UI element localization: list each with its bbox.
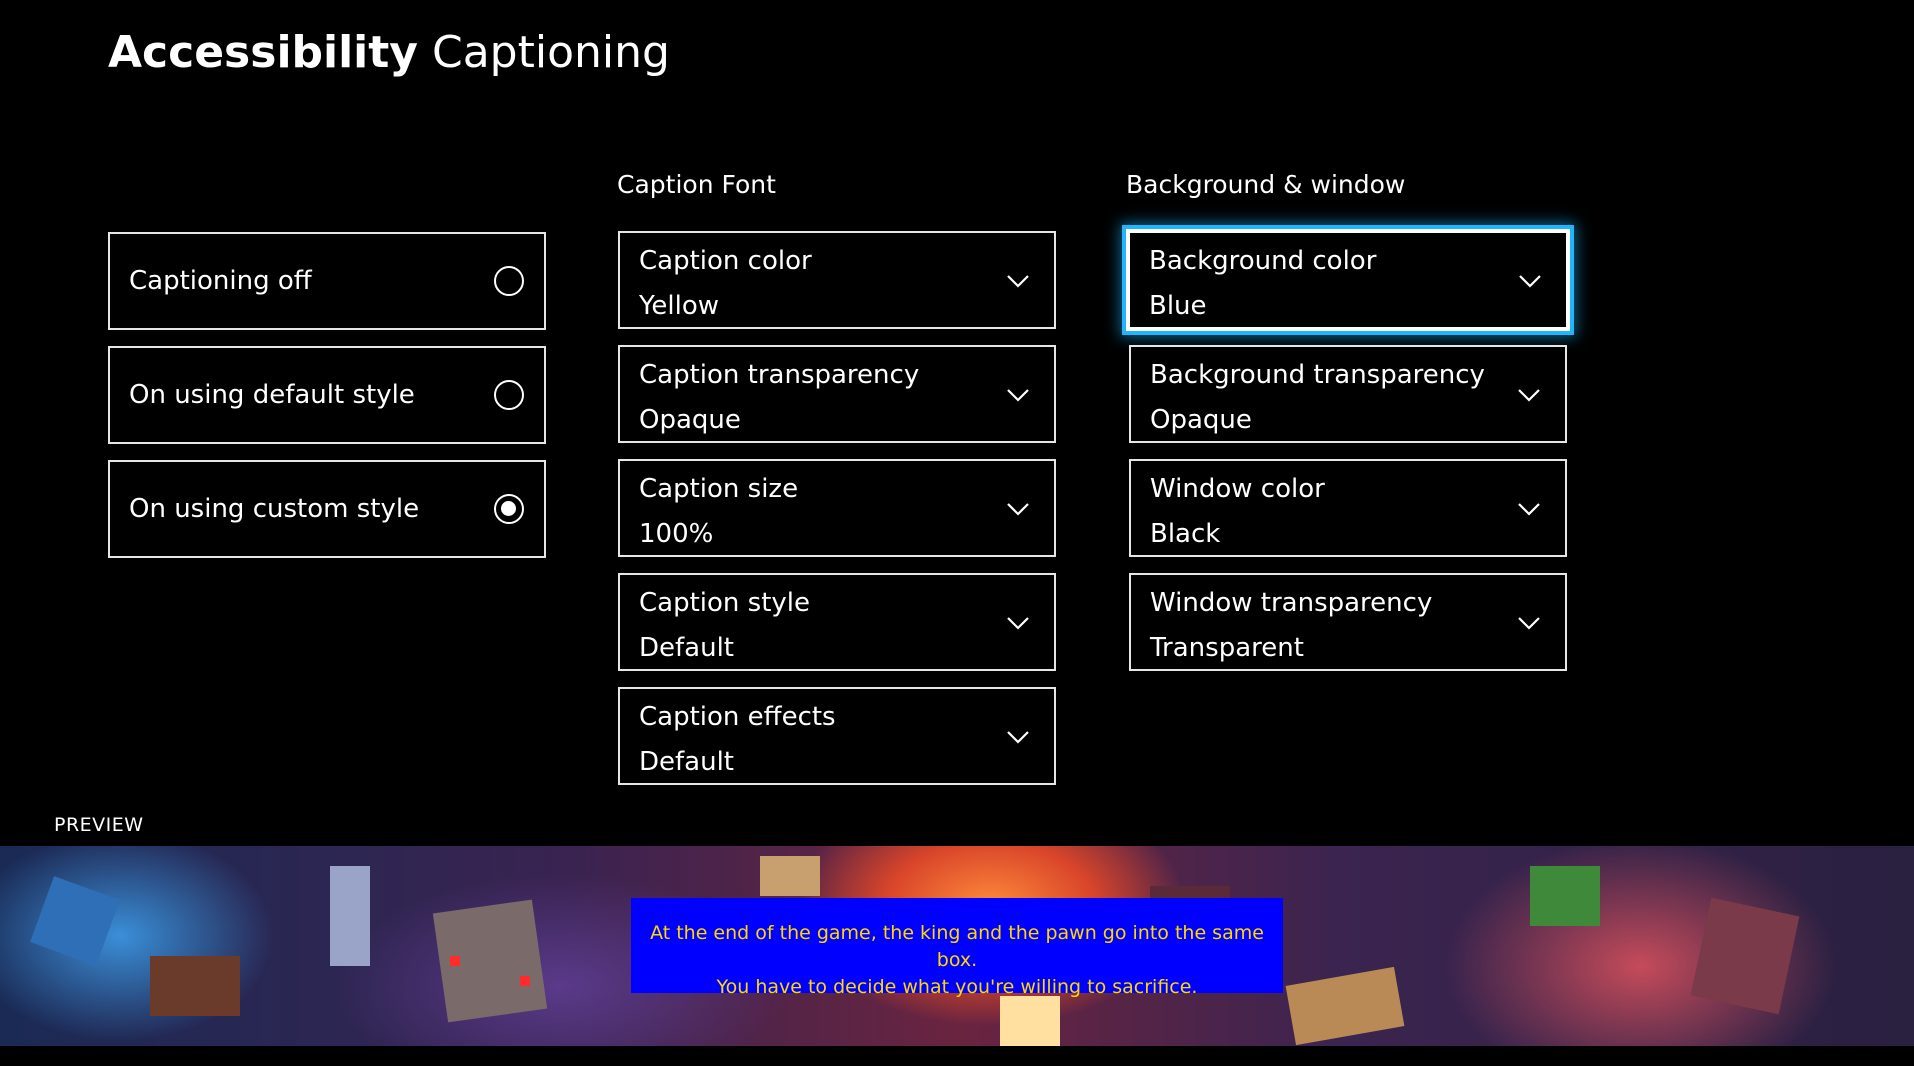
caption-preview-line: At the end of the game, the king and the… [650,922,1264,971]
dropdown-background-transparency[interactable]: Background transparency Opaque [1129,345,1567,443]
preview-block [1285,966,1405,1046]
chevron-down-icon [1518,389,1540,402]
page-title-bold: Accessibility [108,27,418,78]
radio-button-icon [494,380,524,410]
caption-font-header: Caption Font [617,170,776,199]
radio-button-icon [494,266,524,296]
dropdown-value: 100% [639,519,714,549]
preview-label: PREVIEW [54,814,144,836]
preview-block [1000,996,1060,1046]
dropdown-value: Opaque [1150,405,1252,435]
dropdown-label: Background transparency [1150,360,1485,390]
dropdown-label: Window transparency [1150,588,1433,618]
dropdown-window-color[interactable]: Window color Black [1129,459,1567,557]
preview-block [760,856,820,896]
chevron-down-icon [1007,503,1029,516]
dropdown-value: Default [639,633,734,663]
chevron-down-icon [1518,617,1540,630]
option-label: Captioning off [129,266,312,296]
background-window-header: Background & window [1126,170,1406,199]
preview-block [150,956,240,1016]
dropdown-value: Opaque [639,405,741,435]
preview-block [330,866,370,966]
dropdown-caption-color[interactable]: Caption color Yellow [618,231,1056,329]
option-label: On using custom style [129,494,420,524]
preview-block [450,956,460,966]
dropdown-label: Window color [1150,474,1325,504]
dropdown-window-transparency[interactable]: Window transparency Transparent [1129,573,1567,671]
option-custom-style[interactable]: On using custom style [108,460,546,558]
dropdown-background-color[interactable]: Background color Blue [1126,229,1570,331]
radio-button-selected-icon [494,494,524,524]
dropdown-caption-transparency[interactable]: Caption transparency Opaque [618,345,1056,443]
dropdown-label: Background color [1149,246,1377,276]
chevron-down-icon [1007,389,1029,402]
preview-block [1690,897,1800,1015]
chevron-down-icon [1007,731,1029,744]
dropdown-label: Caption transparency [639,360,920,390]
dropdown-label: Caption style [639,588,811,618]
option-default-style[interactable]: On using default style [108,346,546,444]
page-title: Accessibility Captioning [108,26,670,80]
caption-preview-line: You have to decide what you're willing t… [716,976,1198,998]
dropdown-caption-size[interactable]: Caption size 100% [618,459,1056,557]
dropdown-value: Default [639,747,734,777]
dropdown-value: Transparent [1150,633,1304,663]
option-label: On using default style [129,380,415,410]
preview-block [520,976,530,986]
chevron-down-icon [1519,275,1541,288]
preview-block [1530,866,1600,926]
option-captioning-off[interactable]: Captioning off [108,232,546,330]
dropdown-caption-style[interactable]: Caption style Default [618,573,1056,671]
caption-preview-box: At the end of the game, the king and the… [631,898,1283,998]
dropdown-caption-effects[interactable]: Caption effects Default [618,687,1056,785]
chevron-down-icon [1007,275,1029,288]
dropdown-label: Caption color [639,246,812,276]
chevron-down-icon [1007,617,1029,630]
preview-block [30,876,120,966]
dropdown-value: Black [1150,519,1221,549]
dropdown-value: Blue [1149,291,1207,321]
dropdown-value: Yellow [639,291,720,321]
dropdown-label: Caption effects [639,702,836,732]
page-title-light: Captioning [431,27,670,78]
chevron-down-icon [1518,503,1540,516]
dropdown-label: Caption size [639,474,799,504]
